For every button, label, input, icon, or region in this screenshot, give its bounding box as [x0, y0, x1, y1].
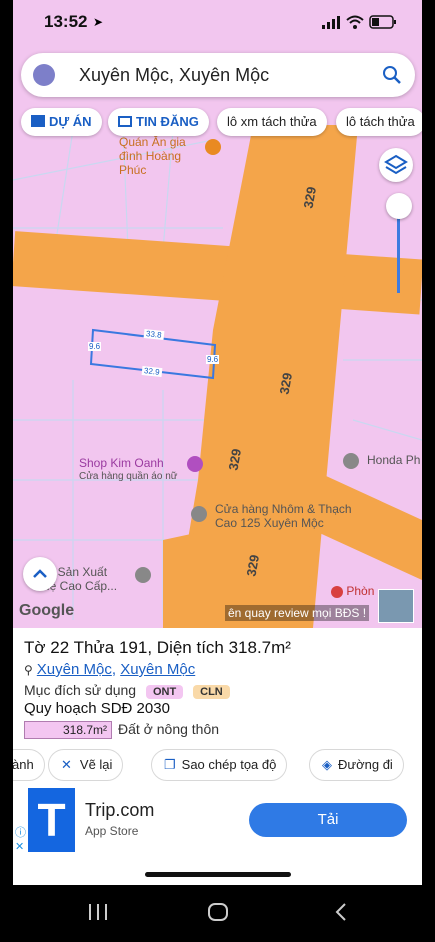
- pin-icon: [331, 585, 343, 598]
- action-partial-label: ành: [13, 757, 34, 772]
- redraw-label: Vẽ lại: [79, 757, 113, 772]
- parcel-dim-top: 33.8: [143, 329, 164, 340]
- zoom-slider-thumb[interactable]: [386, 193, 412, 219]
- shop-icon: [187, 456, 203, 472]
- ad-banner[interactable]: ⓘ ✕ T Trip.com App Store Tải: [13, 788, 422, 854]
- avatar[interactable]: [33, 64, 55, 86]
- chip-lo-tach-thua[interactable]: lô tách thửa: [336, 108, 422, 136]
- list-icon: [118, 116, 132, 127]
- battery-icon: [369, 15, 396, 29]
- tag-cln: CLN: [193, 685, 230, 699]
- pin-icon: [343, 453, 359, 469]
- parcel-address: ⚲ Xuyên Mộc, Xuyên Mộc: [24, 661, 195, 678]
- copy-icon: ❐: [164, 757, 176, 772]
- address-link-1[interactable]: Xuyên Mộc: [37, 661, 112, 678]
- install-button[interactable]: Tải: [249, 803, 407, 837]
- collapse-button[interactable]: [23, 557, 57, 591]
- back-icon[interactable]: [334, 902, 348, 922]
- video-thumbnail[interactable]: [378, 589, 414, 623]
- system-nav-bar: [0, 885, 435, 942]
- home-indicator: [145, 872, 291, 877]
- google-logo: Google: [19, 602, 75, 619]
- poi-restaurant-label: Quán Ăn gia đình Hoàng Phúc: [119, 135, 186, 177]
- poi-room[interactable]: Phòn: [331, 584, 374, 598]
- plan-area-desc: Đất ở nông thôn: [118, 721, 220, 737]
- poi-shop[interactable]: Shop Kim Oanh Cửa hàng quần áo nữ: [79, 456, 203, 484]
- chip-lo-xm-tach-thua[interactable]: lô xm tách thửa: [217, 108, 327, 136]
- app-logo[interactable]: T: [28, 788, 75, 852]
- chip-du-an[interactable]: DỰ ÁN: [21, 108, 102, 136]
- search-query[interactable]: Xuyên Mộc, Xuyên Mộc: [79, 65, 269, 86]
- copy-coordinates-label: Sao chép tọa độ: [181, 757, 277, 772]
- location-arrow-icon: ➤: [93, 15, 104, 29]
- tools-icon: ✕: [61, 757, 72, 772]
- pin-icon: [135, 567, 151, 583]
- usage-row: Mục đích sử dụng ONT CLN: [24, 682, 230, 699]
- parcel-info-panel: Tờ 22 Thửa 191, Diện tích 318.7m² ⚲ Xuyên…: [13, 628, 422, 788]
- recent-apps-icon[interactable]: [88, 902, 108, 922]
- poi-room-label: Phòn: [346, 584, 375, 598]
- tag-ont: ONT: [146, 685, 184, 699]
- directions-icon: ◈: [322, 757, 332, 772]
- redraw-button[interactable]: ✕ Vẽ lại: [48, 749, 124, 781]
- poi-honda[interactable]: Honda Ph: [343, 453, 420, 469]
- chevron-up-icon: [33, 569, 47, 578]
- poi-shop-sub: Cửa hàng quần áo nữ: [79, 471, 178, 482]
- status-time: 13:52: [44, 12, 88, 31]
- directions-label: Đường đi: [338, 757, 393, 772]
- parcel-dim-right: 9.6: [206, 355, 220, 364]
- search-bar[interactable]: Xuyên Mộc, Xuyên Mộc: [21, 53, 415, 97]
- chip-tin-dang[interactable]: TIN ĐĂNG: [108, 108, 209, 136]
- usage-label: Mục đích sử dụng: [24, 682, 137, 698]
- building-icon: [31, 115, 45, 127]
- home-icon[interactable]: [207, 902, 229, 922]
- app-screen: Quán Ăn gia đình Hoàng Phúc 329 329 329 …: [13, 0, 422, 885]
- address-link-2[interactable]: Xuyên Mộc: [120, 661, 195, 678]
- adchoices-icon[interactable]: ⓘ ✕: [15, 824, 26, 853]
- plan-area-value: 318.7m²: [24, 721, 112, 739]
- copy-coordinates-button[interactable]: ❐ Sao chép tọa độ: [151, 749, 288, 781]
- restaurant-icon: [205, 139, 221, 155]
- directions-button[interactable]: ◈ Đường đi: [309, 749, 404, 781]
- layers-icon: [384, 154, 408, 175]
- video-overlay-text: ên quay review mọi BĐS !: [225, 605, 370, 621]
- zoom-slider-track[interactable]: [397, 207, 400, 293]
- layers-button[interactable]: [379, 148, 413, 182]
- plan-area-row: 318.7m² Đất ở nông thôn: [24, 721, 219, 739]
- address-separator: ,: [111, 661, 121, 678]
- parcel-title: Tờ 22 Thửa 191, Diện tích 318.7m²: [24, 638, 291, 657]
- action-partial[interactable]: ành: [13, 749, 45, 781]
- plan-heading: Quy hoạch SDĐ 2030: [24, 700, 170, 717]
- signal-icon: [322, 16, 340, 29]
- status-bar: 13:52 ➤: [13, 0, 422, 46]
- location-pin-icon: ⚲: [24, 663, 33, 677]
- parcel-dim-left: 9.6: [88, 342, 102, 351]
- poi-aluminum[interactable]: Cửa hàng Nhôm & Thạch Cao 125 Xuyên Mộc: [191, 502, 371, 530]
- pin-icon: [191, 506, 207, 522]
- search-icon[interactable]: [381, 64, 403, 86]
- ad-app-name: Trip.com: [85, 800, 155, 820]
- poi-shop-name: Shop Kim Oanh: [79, 456, 164, 470]
- chip-du-an-label: DỰ ÁN: [49, 114, 92, 129]
- parcel-dim-bottom: 32.9: [141, 366, 162, 377]
- wifi-icon: [346, 15, 364, 29]
- ad-store: App Store: [85, 824, 139, 838]
- chip-tin-dang-label: TIN ĐĂNG: [136, 114, 199, 129]
- poi-restaurant[interactable]: Quán Ăn gia đình Hoàng Phúc: [119, 135, 221, 177]
- poi-aluminum-label: Cửa hàng Nhôm & Thạch Cao 125 Xuyên Mộc: [215, 502, 352, 530]
